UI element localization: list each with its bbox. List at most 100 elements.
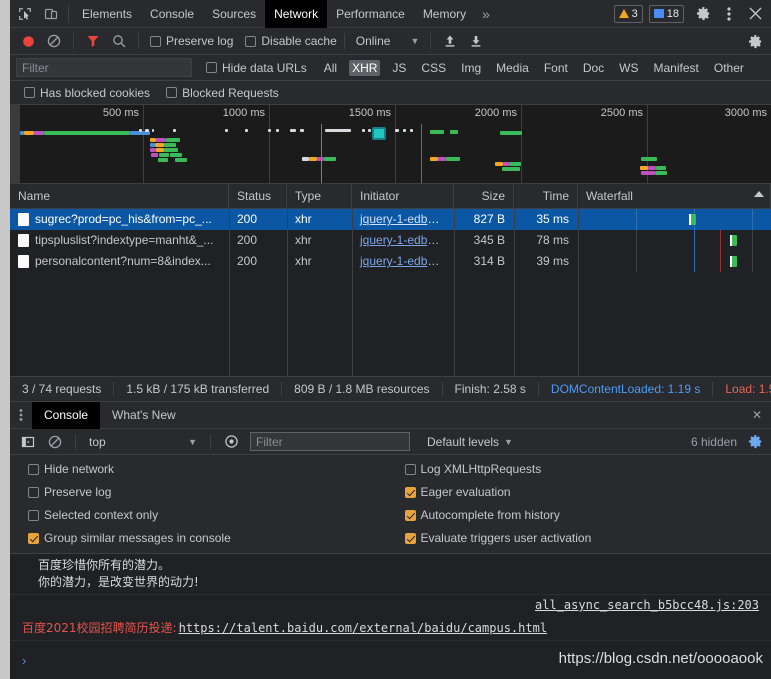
column-header-size[interactable]: Size	[454, 184, 514, 209]
cell-time: 78 ms	[536, 233, 569, 247]
device-toolbar-icon[interactable]	[38, 1, 64, 27]
type-filter-other[interactable]: Other	[711, 60, 747, 76]
console-drawer: Console What's New ✕ top ▼ Filter Defaul…	[10, 401, 771, 679]
message-badge[interactable]: 18	[648, 4, 684, 23]
setting-selected-context-only[interactable]: Selected context only	[10, 508, 391, 522]
cell-type: xhr	[295, 233, 312, 247]
console-preserve-log-box[interactable]	[28, 486, 39, 498]
column-header-time[interactable]: Time	[514, 184, 578, 209]
preserve-log-box[interactable]	[150, 35, 161, 47]
drawer-close-icon[interactable]: ✕	[743, 408, 771, 422]
disable-cache-box[interactable]	[245, 35, 257, 47]
setting-group-similar-messages[interactable]: Group similar messages in console	[10, 531, 391, 545]
cell-waterfall	[578, 209, 771, 230]
column-header-type[interactable]: Type	[287, 184, 352, 209]
message-icon	[653, 9, 664, 18]
log-levels-select[interactable]: Default levels ▼	[427, 435, 513, 449]
column-header-initiator[interactable]: Initiator	[352, 184, 454, 209]
type-filter-xhr[interactable]: XHR	[349, 59, 381, 76]
has-blocked-cookies-box[interactable]	[24, 87, 35, 98]
cell-time: 35 ms	[536, 212, 569, 226]
type-filter-media[interactable]: Media	[493, 60, 532, 76]
hide-data-urls-box[interactable]	[206, 62, 217, 73]
throttling-select[interactable]: Online ▼	[352, 34, 424, 48]
tab-memory[interactable]: Memory	[414, 0, 475, 28]
table-row[interactable]: tipspluslist?indextype=manht&_... 200 xh…	[10, 230, 771, 251]
type-filter-ws[interactable]: WS	[616, 60, 641, 76]
type-filter-js[interactable]: JS	[389, 60, 409, 76]
more-options-icon[interactable]	[716, 1, 742, 27]
evaluate-triggers-box[interactable]	[404, 532, 416, 544]
console-prompt-row[interactable]: › https://blog.csdn.net/ooooaook	[10, 641, 771, 679]
hide-data-urls-checkbox[interactable]: Hide data URLs	[206, 61, 307, 75]
console-filter-input[interactable]	[250, 432, 410, 451]
type-filter-img[interactable]: Img	[458, 60, 484, 76]
page-scrollbar[interactable]	[0, 0, 10, 679]
group-similar-box[interactable]	[28, 532, 39, 544]
tab-network[interactable]: Network	[265, 0, 328, 28]
selected-context-only-box[interactable]	[28, 509, 39, 521]
setting-preserve-log[interactable]: Preserve log	[10, 485, 391, 499]
eager-evaluation-box[interactable]	[404, 486, 416, 498]
drawer-tab-whats-new[interactable]: What's New	[100, 402, 188, 429]
table-row[interactable]: sugrec?prod=pc_his&from=pc_... 200 xhr j…	[10, 209, 771, 230]
log-xhr-box[interactable]	[404, 463, 416, 475]
network-settings-gear-icon[interactable]	[743, 30, 767, 52]
tab-performance[interactable]: Performance	[327, 0, 414, 28]
export-har-icon[interactable]	[464, 30, 488, 52]
preserve-log-checkbox[interactable]: Preserve log	[150, 34, 233, 48]
column-header-name[interactable]: Name	[10, 184, 229, 209]
execution-context-select[interactable]: top ▼	[84, 435, 202, 449]
gear-icon[interactable]	[690, 1, 716, 27]
console-settings-gear-icon[interactable]	[748, 434, 771, 449]
disable-cache-checkbox[interactable]: Disable cache	[245, 34, 337, 48]
autocomplete-box[interactable]	[404, 509, 416, 521]
setting-autocomplete-from-history[interactable]: Autocomplete from history	[391, 508, 771, 522]
clear-console-icon[interactable]	[43, 431, 67, 453]
drawer-tab-console[interactable]: Console	[32, 401, 101, 429]
console-toolbar: top ▼ Default levels ▼ 6 hidden	[10, 429, 771, 455]
blocked-requests-box[interactable]	[166, 87, 178, 98]
search-icon[interactable]	[107, 30, 131, 52]
recruit-url-link[interactable]: https://talent.baidu.com/external/baidu/…	[179, 621, 547, 635]
clear-button[interactable]	[42, 30, 66, 52]
blocked-requests-checkbox[interactable]: Blocked Requests	[166, 86, 279, 100]
record-button[interactable]	[16, 30, 40, 52]
status-transferred: 1.5 kB / 175 kB transferred	[114, 382, 283, 396]
has-blocked-cookies-checkbox[interactable]: Has blocked cookies	[24, 86, 150, 100]
tab-console[interactable]: Console	[141, 0, 203, 28]
type-filter-font[interactable]: Font	[541, 60, 571, 76]
type-filter-manifest[interactable]: Manifest	[651, 60, 702, 76]
live-expression-eye-icon[interactable]	[219, 431, 243, 453]
filter-icon[interactable]	[81, 30, 105, 52]
tab-elements[interactable]: Elements	[73, 0, 141, 28]
tab-sources[interactable]: Sources	[203, 0, 265, 28]
tab-overflow-button[interactable]: »	[475, 0, 497, 28]
close-icon[interactable]	[742, 1, 768, 27]
cell-time: 39 ms	[536, 254, 569, 268]
inspect-element-icon[interactable]	[12, 1, 38, 27]
console-source-link[interactable]: all_async_search_b5bcc48.js:203	[535, 598, 759, 612]
drawer-more-options-icon[interactable]	[10, 408, 32, 422]
chevron-down-icon: ▼	[504, 436, 513, 447]
type-filter-doc[interactable]: Doc	[580, 60, 607, 76]
cell-size: 827 B	[473, 212, 505, 226]
filter-input[interactable]	[16, 58, 192, 77]
table-row[interactable]: personalcontent?num=8&index... 200 xhr j…	[10, 251, 771, 272]
column-header-status[interactable]: Status	[229, 184, 287, 209]
console-sidebar-icon[interactable]	[16, 431, 40, 453]
initiator-link[interactable]: jquery-1-edb20...	[360, 254, 451, 268]
column-header-waterfall[interactable]: Waterfall	[578, 184, 771, 209]
initiator-link[interactable]: jquery-1-edb20...	[360, 233, 451, 247]
import-har-icon[interactable]	[438, 30, 462, 52]
setting-eager-evaluation[interactable]: Eager evaluation	[391, 485, 771, 499]
initiator-link[interactable]: jquery-1-edb20...	[360, 212, 451, 226]
network-overview[interactable]: 500 ms 1000 ms 1500 ms 2000 ms 2500 ms 3…	[10, 105, 771, 184]
setting-log-xmlhttprequests[interactable]: Log XMLHttpRequests	[391, 462, 771, 476]
type-filter-css[interactable]: CSS	[418, 60, 449, 76]
type-filter-all[interactable]: All	[321, 60, 340, 76]
warning-badge[interactable]: 3	[613, 4, 643, 23]
hide-network-box[interactable]	[28, 463, 39, 475]
setting-hide-network[interactable]: Hide network	[10, 462, 391, 476]
setting-evaluate-triggers-user-activation[interactable]: Evaluate triggers user activation	[391, 531, 771, 545]
